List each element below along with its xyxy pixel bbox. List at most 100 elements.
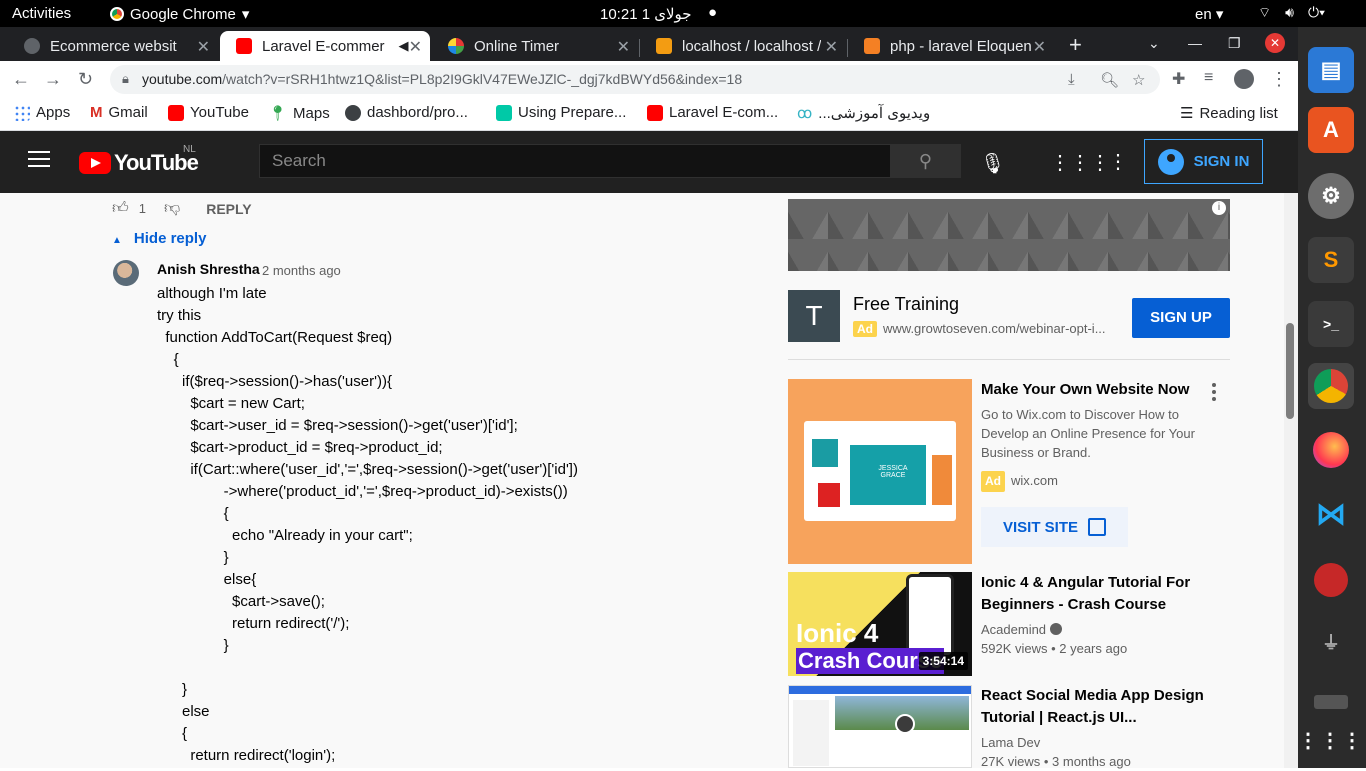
hide-reply-button[interactable]: ▲ Hide reply: [112, 230, 206, 247]
video-title[interactable]: React Social Media App Design Tutorial |…: [981, 685, 1213, 729]
apps-grid-icon: [14, 104, 30, 121]
postman-icon[interactable]: [1308, 557, 1354, 603]
close-window-icon[interactable]: ✕: [1265, 33, 1285, 53]
lock-icon[interactable]: 🔒︎: [122, 71, 129, 87]
comment-author[interactable]: Anish Shrestha: [157, 261, 260, 277]
sublime-text-icon[interactable]: S: [1308, 237, 1354, 283]
reading-list-button[interactable]: ☰ Reading list: [1180, 104, 1278, 123]
thumbnail-phone-graphic: [906, 574, 954, 658]
video-thumbnail[interactable]: Ionic 4 Crash Course 3:54:14: [788, 572, 972, 676]
back-icon[interactable]: ←: [12, 69, 30, 90]
reload-icon[interactable]: ↻: [78, 69, 93, 90]
bookmark-youtube[interactable]: YouTube: [168, 104, 249, 121]
install-icon[interactable]: ⤓: [1068, 71, 1075, 88]
search-input[interactable]: Search: [259, 144, 891, 178]
language-indicator[interactable]: en ▾: [1195, 5, 1223, 23]
software-center-icon[interactable]: A: [1308, 107, 1354, 153]
notification-dot-icon: ●: [708, 4, 718, 21]
profile-icon[interactable]: [1234, 69, 1254, 89]
chrome-dock-icon[interactable]: [1308, 363, 1354, 409]
video-channel[interactable]: Academind: [981, 620, 1063, 639]
tab-laravel-youtube[interactable]: Laravel E-commer ◀︎ ✕: [220, 31, 430, 61]
close-icon[interactable]: ✕: [617, 37, 630, 57]
chrome-menu-icon[interactable]: ⋮: [1270, 69, 1288, 90]
comment-line: {: [157, 351, 179, 368]
channel-name: Academind: [981, 622, 1047, 637]
address-bar[interactable]: 🔒︎ youtube.com/watch?v=rSRH1htwz1Q&list=…: [110, 65, 1160, 94]
thumbs-up-icon[interactable]: 👍︎: [112, 199, 129, 218]
settings-gear-icon[interactable]: ⚙: [1308, 173, 1354, 219]
bookmark-dashbord[interactable]: dashbord/pro...: [345, 104, 468, 121]
bookmark-apps[interactable]: Apps: [14, 104, 70, 121]
comment-line: $cart->save();: [157, 593, 325, 610]
comment-line: ->where('product_id','=',$req->product_i…: [157, 483, 568, 500]
page-scrollbar[interactable]: [1284, 193, 1298, 768]
forward-icon[interactable]: →: [44, 69, 62, 90]
terminal-icon[interactable]: >_: [1308, 301, 1354, 347]
comment-line: echo "Already in your cart";: [157, 527, 413, 544]
close-icon[interactable]: ✕: [1033, 37, 1046, 57]
system-tray[interactable]: ⌔ 🔊︎ ⏻▾: [1258, 4, 1325, 22]
bookmark-persian-videos[interactable]: ꝏ ...ویدیوی آموزشی: [797, 104, 930, 122]
hamburger-menu-icon[interactable]: [28, 151, 50, 169]
avatar[interactable]: [113, 260, 139, 286]
extensions-icon[interactable]: ✚: [1172, 69, 1185, 89]
firefox-icon[interactable]: [1308, 427, 1354, 473]
speaker-icon[interactable]: ◀︎: [399, 38, 409, 54]
video-title[interactable]: Ionic 4 & Angular Tutorial For Beginners…: [981, 572, 1213, 616]
comment-age[interactable]: 2 months ago: [262, 263, 341, 278]
apps-grid-icon[interactable]: ⋮⋮⋮: [1050, 150, 1110, 175]
clock[interactable]: 10:21 جولای 1: [600, 5, 692, 23]
tab-online-timer[interactable]: Online Timer ✕: [432, 31, 638, 61]
zoom-icon[interactable]: 🔍︎: [1100, 71, 1119, 89]
vscode-icon[interactable]: ⋈: [1308, 491, 1354, 537]
bookmark-star-icon[interactable]: ☆: [1132, 71, 1145, 89]
reply-button[interactable]: REPLY: [206, 201, 251, 217]
video-thumbnail[interactable]: [788, 685, 972, 768]
bookmark-laravel-ecom[interactable]: Laravel E-com...: [647, 104, 778, 121]
maximize-icon[interactable]: ❐: [1228, 35, 1241, 52]
sign-up-button[interactable]: SIGN UP: [1132, 298, 1230, 338]
minimize-icon[interactable]: —: [1188, 35, 1202, 51]
tab-phpmyadmin[interactable]: localhost / localhost / ✕: [640, 31, 846, 61]
wix-ad-title[interactable]: Make Your Own Website Now: [981, 379, 1213, 401]
microphone-icon[interactable]: 🎙︎: [980, 151, 1005, 176]
libreoffice-writer-icon[interactable]: ▤: [1308, 47, 1354, 93]
video-channel[interactable]: Lama Dev: [981, 733, 1040, 752]
new-tab-button[interactable]: +: [1069, 32, 1082, 58]
tab-stackoverflow[interactable]: php - laravel Eloquen ✕: [848, 31, 1054, 61]
wix-ad-thumbnail[interactable]: JESSICA GRACE: [788, 379, 972, 564]
tab-search-icon[interactable]: ⌄: [1148, 35, 1160, 52]
app-menu[interactable]: Google Chrome ▾: [110, 5, 249, 23]
activities-button[interactable]: Activities: [12, 5, 71, 22]
scrollbar-thumb[interactable]: [1286, 323, 1294, 419]
bookmark-maps[interactable]: 📍︎ Maps: [268, 104, 330, 123]
comment-line: {: [157, 505, 229, 522]
ad-banner-image[interactable]: i: [788, 199, 1230, 271]
thumbs-down-icon[interactable]: 👎︎: [164, 199, 180, 218]
close-icon[interactable]: ✕: [825, 37, 838, 57]
close-icon[interactable]: ✕: [197, 37, 210, 57]
visit-site-button[interactable]: VISIT SITE: [981, 507, 1128, 547]
media-queue-icon[interactable]: ≡: [1204, 69, 1213, 87]
youtube-logo[interactable]: YouTube NL: [79, 144, 199, 176]
bookmark-using-prepared[interactable]: Using Prepare...: [496, 104, 626, 121]
tab-ecommerce[interactable]: Ecommerce websit ✕: [8, 31, 218, 61]
chevron-up-icon: ▲: [112, 235, 122, 246]
info-icon[interactable]: i: [1212, 201, 1226, 215]
comment-line: if(Cart::where('user_id','=',$req->sessi…: [157, 461, 578, 478]
more-options-icon[interactable]: [1212, 383, 1216, 404]
sign-in-button[interactable]: SIGN IN: [1144, 139, 1263, 184]
phpmyadmin-icon: [656, 38, 672, 54]
bookmark-gmail[interactable]: M Gmail: [90, 104, 148, 121]
search-icon: ⚲: [918, 151, 933, 171]
show-applications-icon[interactable]: ⋮⋮⋮: [1298, 717, 1362, 763]
bookmark-label: Laravel E-com...: [669, 104, 779, 121]
ad-title[interactable]: Free Training: [853, 294, 959, 315]
chrome-icon: [110, 7, 124, 21]
close-icon[interactable]: ✕: [409, 37, 422, 57]
usb-drive-icon[interactable]: ⏚: [1308, 619, 1354, 665]
ubuntu-dock: ▤ A ⚙ S >_ ⋈ ⏚ ⋮⋮⋮: [1298, 27, 1366, 768]
search-button[interactable]: ⚲: [890, 144, 961, 178]
settings-menu-icon[interactable]: ⋮: [1108, 149, 1128, 174]
